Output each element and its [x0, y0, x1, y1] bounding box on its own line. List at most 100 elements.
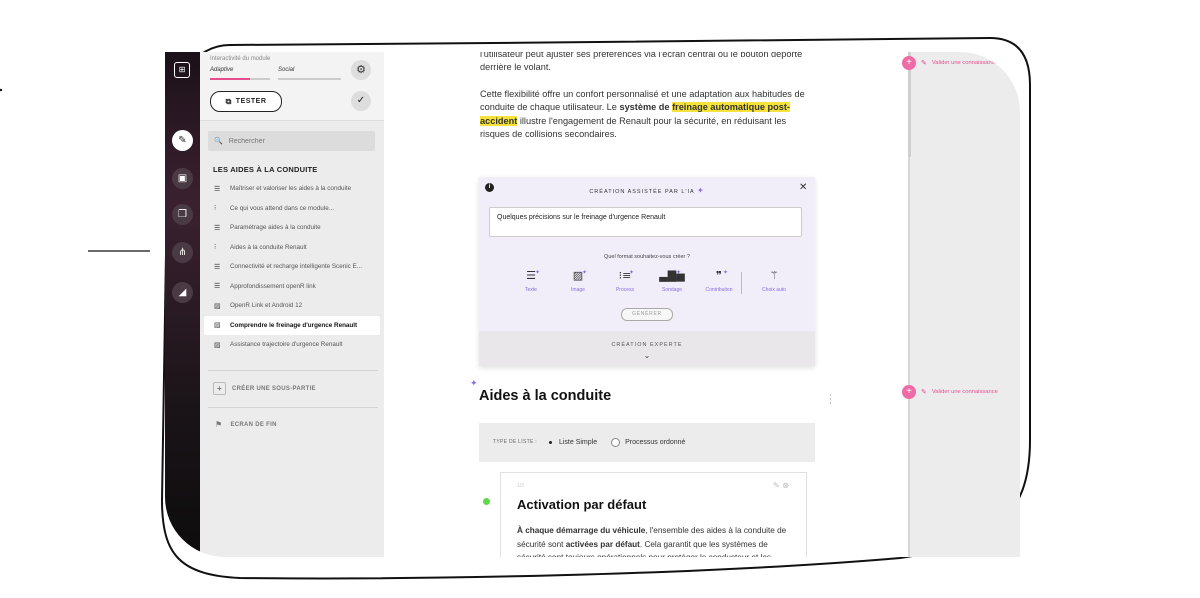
close-icon[interactable]: ✕	[799, 181, 807, 194]
card-bold-1: À chaque démarrage du véhicule	[517, 526, 646, 535]
adaptive-track	[250, 78, 270, 80]
format-text-option[interactable]: ☰ ✦ Texte	[511, 269, 551, 297]
sidebar-item[interactable]: ▨ Comprendre le freinage d'urgence Renaul…	[204, 315, 380, 335]
editor-content: l'utilisateur peut ajuster ses préférenc…	[470, 52, 832, 557]
analytics-chart-icon[interactable]: ◢	[172, 282, 193, 303]
media-stack-icon[interactable]: ▣	[172, 168, 193, 189]
paragraph-1: l'utilisateur peut ajuster ses préférenc…	[480, 52, 803, 73]
text-lines-icon: ☰	[526, 269, 536, 282]
settings-gear-icon[interactable]: ⚙	[351, 60, 371, 80]
sidebar-item[interactable]: ⁝ Aides à la conduite Renault	[204, 238, 380, 258]
sidebar-item-label: Approfondissement openR link	[230, 282, 316, 290]
format-poll-option[interactable]: ▃▇▅ ✦ Sondage	[652, 269, 692, 297]
sidebar-item[interactable]: ☰ Connectivité et recharge intelligente S…	[204, 257, 380, 277]
option-adaptive[interactable]: Adaptive	[210, 67, 233, 73]
image-icon: ▨	[214, 321, 221, 330]
text-lines-icon: ☰	[214, 282, 221, 291]
sidebar-item[interactable]: ☰ Approfondissement openR link	[204, 277, 380, 297]
generate-button[interactable]: GÉNÉRER	[621, 308, 673, 321]
sparkle-icon: ✦	[723, 270, 729, 276]
card-body: À chaque démarrage du véhicule, l'ensemb…	[517, 524, 797, 557]
section-title: LES AIDES À LA CONDUITE	[213, 165, 318, 174]
validate-label: Valider une connaissance	[931, 60, 998, 66]
close-circle-icon[interactable]: ⊗	[782, 481, 789, 490]
image-icon: ▨	[214, 340, 221, 349]
card-index: 1/3	[517, 483, 524, 489]
plus-icon: +	[213, 382, 226, 395]
format-contribution-option[interactable]: ❞ ✦ Contribution	[699, 269, 739, 297]
format-image-option[interactable]: ▨ ✦ Image	[558, 269, 598, 297]
radio-unchecked-icon	[611, 438, 621, 447]
app-window: ⊞ ✎ ▣ ❐ ⋔ ◢ Interactivité du module Adap…	[165, 52, 1020, 557]
format-label: Process	[615, 287, 635, 293]
add-subpart-button[interactable]: + CRÉER UNE SOUS-PARTIE	[213, 382, 316, 395]
pencil-icon: ✎	[921, 59, 927, 67]
sparkle-icon: ✦	[676, 270, 682, 276]
flag-icon: ⚑	[215, 420, 223, 429]
divider	[208, 407, 378, 408]
sidebar-item-label: Paramétrage aides à la conduite	[230, 224, 321, 232]
tester-button[interactable]: ⧉ TESTER	[210, 91, 282, 112]
share-icon[interactable]: ⋔	[172, 242, 193, 263]
list-card: 1/3 ✎ ⊗ Activation par défaut À chaque d…	[500, 472, 807, 557]
chat-bubbles-icon[interactable]: ❐	[172, 204, 193, 225]
sparkle-icon[interactable]: ✦	[470, 378, 478, 391]
sidebar-item-label: Ce qui vous attend dans ce module...	[230, 204, 334, 212]
app-logo-icon: ⊞	[174, 62, 190, 78]
sparkle-icon: ✦	[629, 270, 635, 276]
paragraph-2: Cette flexibilité offre un confort perso…	[480, 88, 810, 142]
search-input[interactable]	[226, 136, 361, 146]
search-icon: 🔍	[214, 137, 223, 145]
ai-prompt-field[interactable]: Quelques précisions sur le freinage d'ur…	[489, 207, 802, 237]
bar-chart-icon: ▃▇▅	[659, 269, 685, 282]
module-items-list: ☰ Maîtriser et valoriser les aides à la c…	[204, 179, 380, 355]
sidebar-item[interactable]: ☰ Maîtriser et valoriser les aides à la c…	[204, 179, 380, 199]
radio-checked-icon	[546, 439, 554, 446]
ai-panel-title: CRÉATION ASSISTÉE PAR L'IA ✦	[479, 184, 815, 199]
image-icon: ▨	[214, 301, 221, 310]
card-bold-2: activées par défaut	[565, 539, 640, 549]
p2-text-b: illustre l'engagement de Renault pour la…	[480, 115, 787, 140]
pencil-icon: ✎	[921, 388, 927, 396]
sidebar-item[interactable]: ▨ Assistance trajectoire d'urgence Renaul…	[204, 335, 380, 355]
right-annotation-panel	[908, 52, 1020, 557]
section-heading: Aides à la conduite	[479, 388, 612, 404]
text-lines-icon: ☰	[214, 184, 221, 193]
card-title: Activation par défaut	[517, 497, 647, 512]
chevron-down-icon: ⌄	[643, 351, 651, 361]
sidebar-item-label: Connectivité et recharge intelligente Sc…	[230, 263, 362, 271]
sidebar-item-label: Maîtriser et valoriser les aides à la co…	[230, 185, 352, 193]
radio-ordered-process[interactable]: Processus ordonné	[611, 436, 685, 449]
interactivity-label: Interactivité du module	[210, 56, 271, 62]
status-dot	[483, 498, 490, 505]
end-screen-label: ECRAN DE FIN	[230, 421, 277, 428]
text-lines-icon: ☰	[214, 223, 221, 232]
radio-label: Liste Simple	[558, 438, 598, 446]
check-icon[interactable]: ✓	[351, 91, 371, 111]
tester-label: TESTER	[235, 98, 267, 105]
validate-knowledge-button[interactable]: + ✎ Valider une connaissance	[902, 56, 998, 70]
expert-creation-toggle[interactable]: CRÉATION EXPERTE ⌄	[479, 331, 815, 366]
ai-assistant-panel: i CRÉATION ASSISTÉE PAR L'IA ✦ ✕ Quelque…	[479, 177, 815, 366]
card-tools: ✎ ⊗	[773, 479, 789, 492]
radio-simple-list[interactable]: Liste Simple	[546, 436, 598, 449]
magic-wand-icon: ⚚	[769, 269, 779, 282]
format-auto-option[interactable]: ⚚ Choix auto	[754, 269, 794, 297]
sidebar-item[interactable]: ⁝ Ce qui vous attend dans ce module...	[204, 199, 380, 219]
edit-pencil-icon[interactable]: ✎	[172, 130, 193, 151]
p2-bold: système de	[619, 102, 673, 113]
sparkle-icon: ✦	[696, 186, 705, 195]
validate-knowledge-button[interactable]: + ✎ Valider une connaissance	[902, 385, 998, 399]
search-box: 🔍	[208, 131, 375, 151]
radio-label: Processus ordonné	[625, 438, 686, 446]
format-process-option[interactable]: ⁝≡ ✦ Process	[605, 269, 645, 297]
adaptive-indicator	[210, 78, 250, 80]
sidebar-item[interactable]: ☰ Paramétrage aides à la conduite	[204, 218, 380, 238]
module-panel: Interactivité du module Adaptive Social …	[200, 52, 384, 557]
more-options-icon[interactable]: · · ·	[829, 392, 832, 409]
sidebar-item[interactable]: ▨ OpenR Link et Android 12	[204, 296, 380, 316]
format-separator	[741, 272, 742, 294]
end-screen-item[interactable]: ⚑ ECRAN DE FIN	[215, 420, 277, 429]
option-social[interactable]: Social	[278, 67, 294, 73]
edit-pencil-icon[interactable]: ✎	[773, 481, 780, 490]
